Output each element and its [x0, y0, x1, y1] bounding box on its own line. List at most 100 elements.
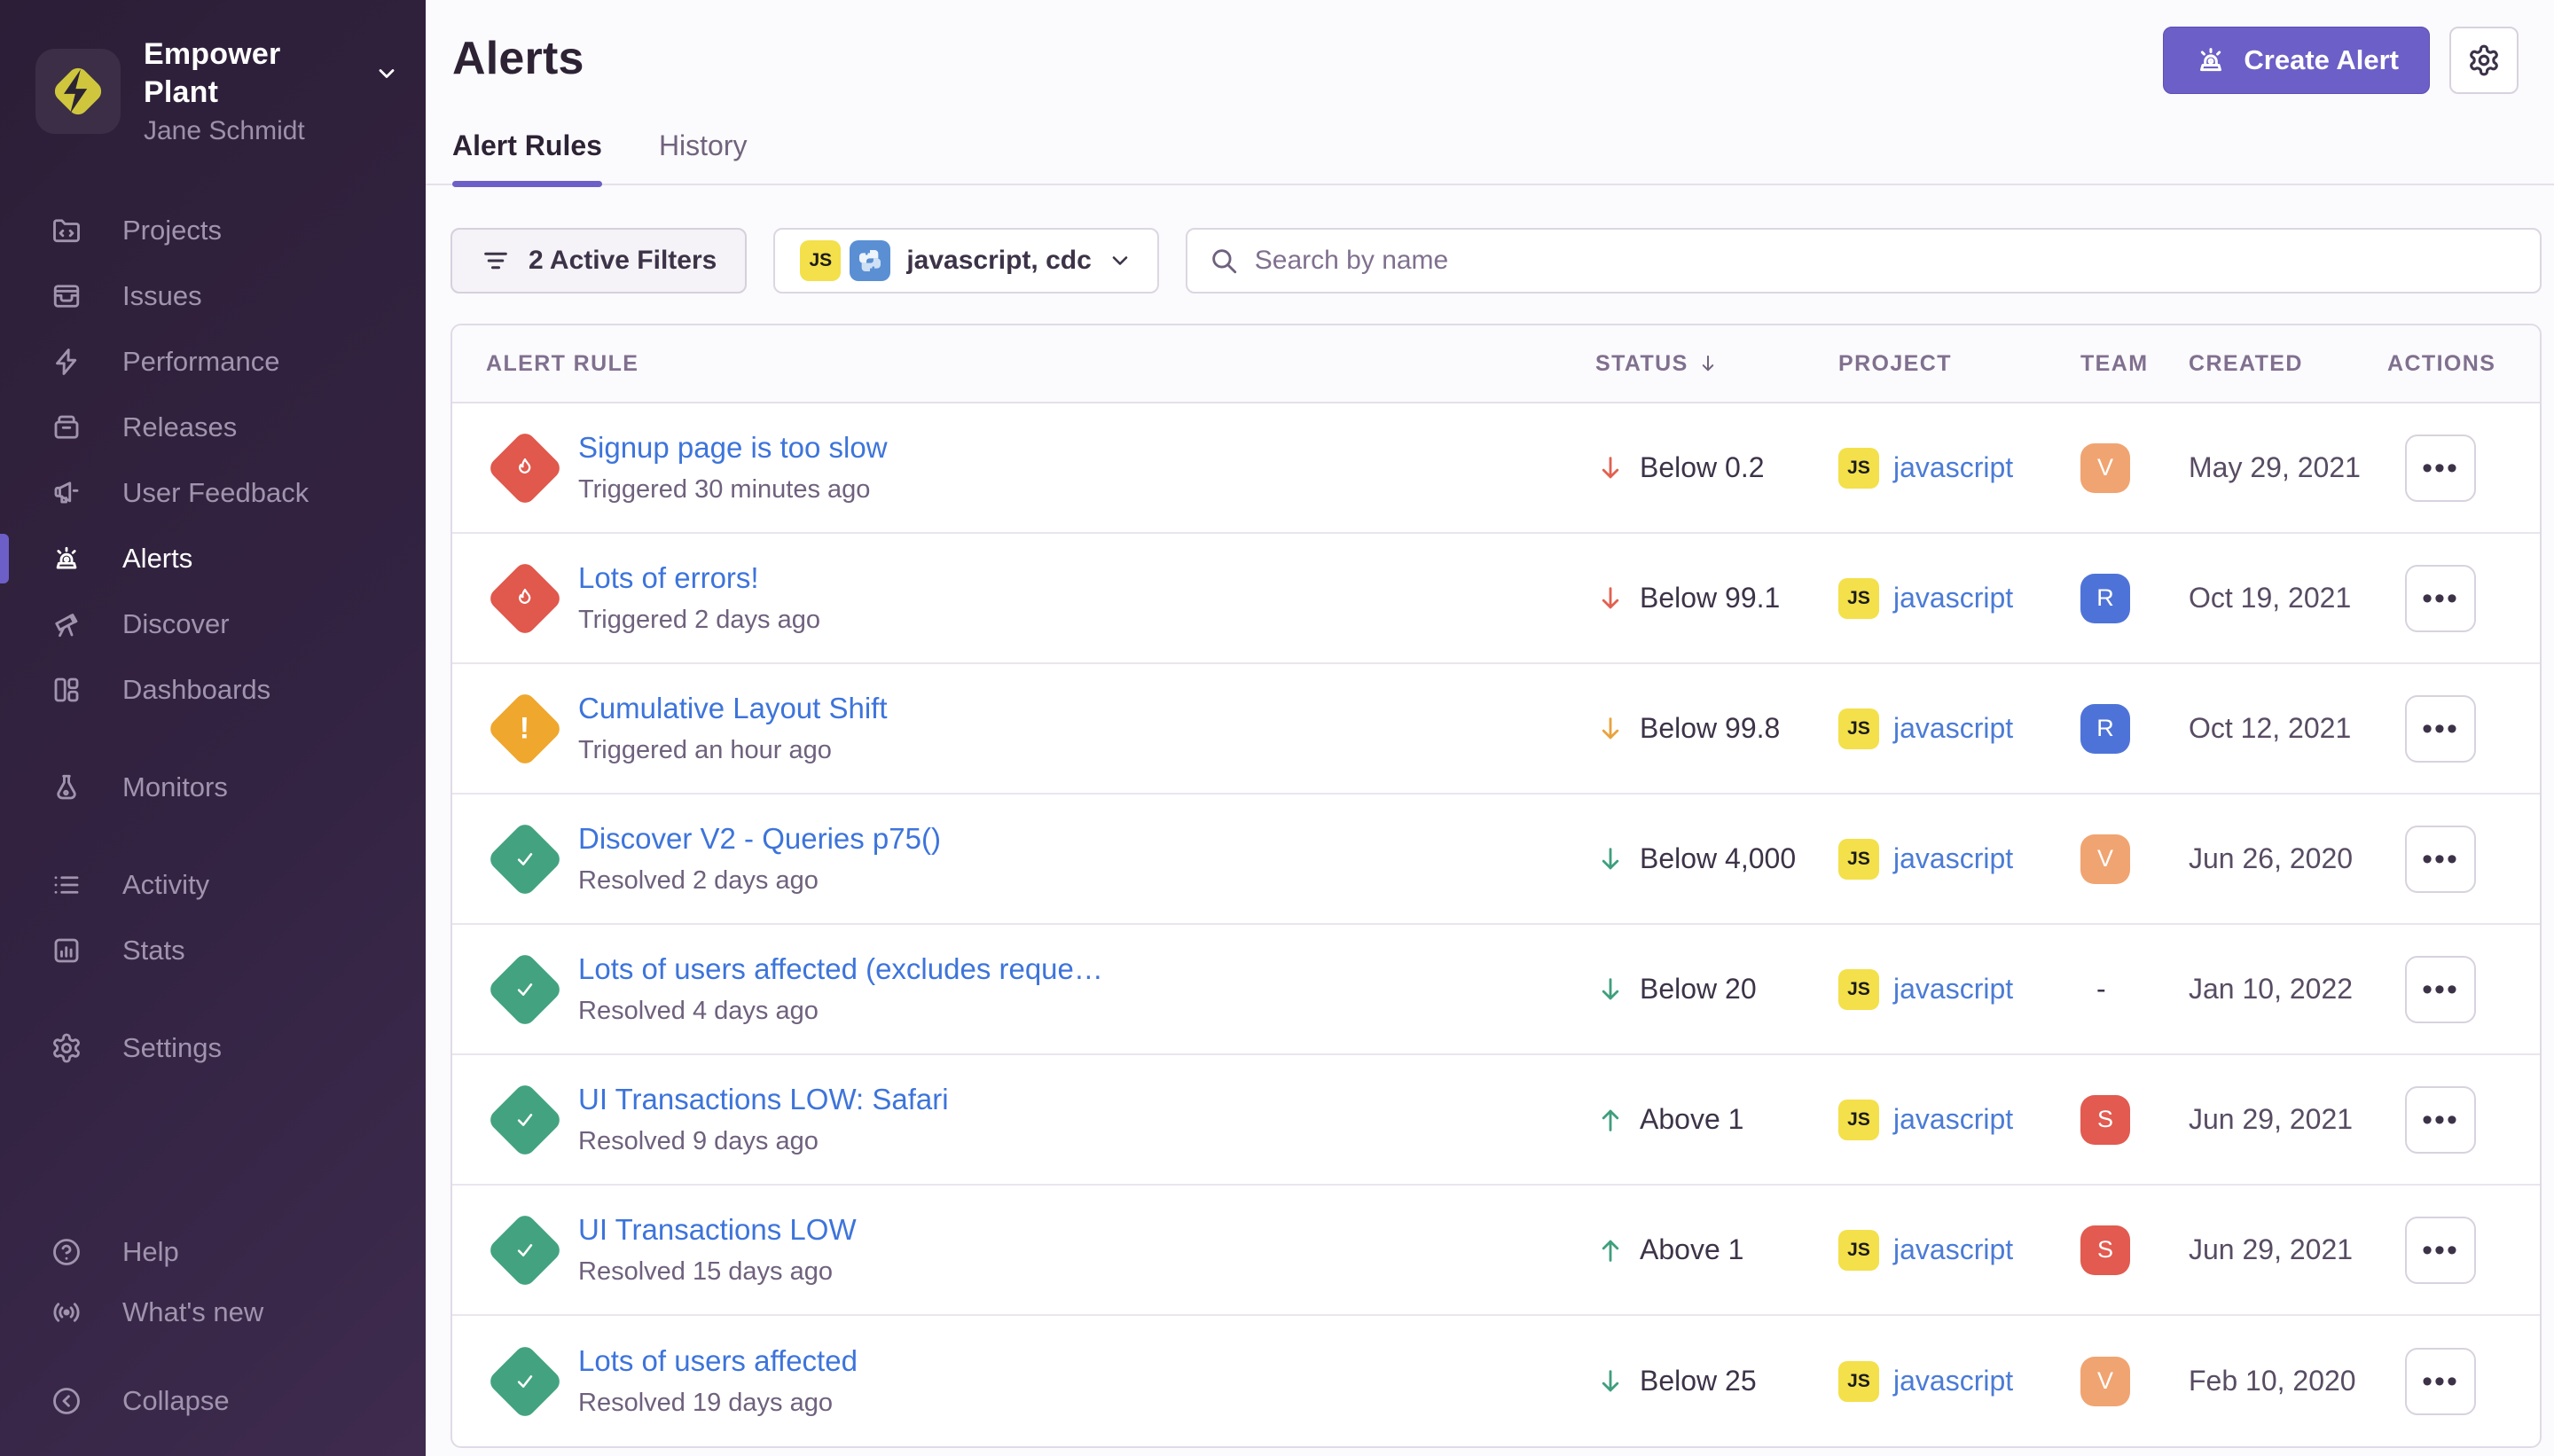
- arrow-down-icon: [1595, 583, 1626, 614]
- row-actions-button[interactable]: •••: [2405, 434, 2476, 502]
- project-link[interactable]: javascript: [1893, 1103, 2013, 1136]
- column-status-label: STATUS: [1595, 351, 1688, 377]
- dashboards-icon: [50, 674, 83, 706]
- stats-icon: [50, 935, 83, 967]
- arrow-down-icon: [1595, 844, 1626, 874]
- sidebar-nav: Projects Issues Performance Releases Use…: [0, 198, 426, 1081]
- alert-settings-button[interactable]: [2449, 27, 2519, 94]
- column-status[interactable]: STATUS: [1595, 351, 1838, 377]
- javascript-project-icon: JS: [1838, 1230, 1879, 1271]
- row-actions-button[interactable]: •••: [2405, 956, 2476, 1023]
- created-date: Oct 19, 2021: [2189, 582, 2387, 614]
- sidebar-collapse-button[interactable]: Collapse: [0, 1371, 426, 1431]
- critical-alert-icon: [486, 429, 564, 507]
- project-filter-dropdown[interactable]: JS javascript, cdc: [773, 228, 1158, 294]
- tab-history[interactable]: History: [659, 129, 748, 184]
- column-project: PROJECT: [1838, 351, 2080, 377]
- sidebar-item-issues[interactable]: Issues: [0, 263, 426, 329]
- project-link[interactable]: javascript: [1893, 582, 2013, 614]
- active-item-indicator: [0, 534, 9, 583]
- collapse-icon: [50, 1385, 83, 1417]
- sidebar-item-label: What's new: [122, 1296, 263, 1328]
- sidebar-item-help[interactable]: Help: [0, 1222, 426, 1282]
- create-alert-button[interactable]: Create Alert: [2163, 27, 2430, 94]
- alert-rule-link[interactable]: Lots of users affected (excludes reque…: [578, 950, 1103, 990]
- issues-icon: [50, 280, 83, 312]
- resolved-check-icon: [486, 1342, 564, 1421]
- search-icon: [1209, 246, 1239, 276]
- team-avatar: S: [2080, 1095, 2130, 1145]
- sidebar-item-label: Activity: [122, 869, 209, 901]
- status-value: Below 99.8: [1640, 712, 1780, 745]
- sidebar-item-monitors[interactable]: Monitors: [0, 755, 426, 820]
- team-avatar: V: [2080, 443, 2130, 493]
- alert-rule-link[interactable]: UI Transactions LOW: [578, 1210, 857, 1250]
- sidebar-item-stats[interactable]: Stats: [0, 918, 426, 983]
- sidebar-item-projects[interactable]: Projects: [0, 198, 426, 263]
- active-filters-label: 2 Active Filters: [529, 246, 717, 276]
- team-avatar: V: [2080, 1357, 2130, 1406]
- project-link[interactable]: javascript: [1893, 842, 2013, 875]
- project-link[interactable]: javascript: [1893, 1365, 2013, 1397]
- sidebar-item-releases[interactable]: Releases: [0, 395, 426, 460]
- sidebar-item-discover[interactable]: Discover: [0, 591, 426, 657]
- project-link[interactable]: javascript: [1893, 451, 2013, 484]
- tab-alert-rules[interactable]: Alert Rules: [452, 129, 602, 184]
- row-actions-button[interactable]: •••: [2405, 1348, 2476, 1415]
- alert-rule-link[interactable]: Discover V2 - Queries p75(): [578, 819, 941, 859]
- alert-rule-subtitle: Resolved 9 days ago: [578, 1124, 949, 1159]
- sidebar-item-label: Releases: [122, 411, 237, 443]
- alert-rule-link[interactable]: Cumulative Layout Shift: [578, 689, 888, 729]
- created-date: May 29, 2021: [2189, 451, 2387, 484]
- sidebar-item-dashboards[interactable]: Dashboards: [0, 657, 426, 723]
- project-link[interactable]: javascript: [1893, 973, 2013, 1006]
- gear-icon: [2467, 43, 2501, 77]
- created-date: Jun 29, 2021: [2189, 1103, 2387, 1136]
- search-input[interactable]: [1255, 246, 2519, 276]
- javascript-project-icon: JS: [1838, 448, 1879, 489]
- javascript-project-icon: JS: [1838, 839, 1879, 880]
- page-header: Alerts Create Alert: [426, 0, 2554, 85]
- alert-rule-link[interactable]: Lots of users affected: [578, 1342, 858, 1382]
- project-link[interactable]: javascript: [1893, 1233, 2013, 1266]
- sidebar-item-performance[interactable]: Performance: [0, 329, 426, 395]
- active-filters-button[interactable]: 2 Active Filters: [450, 228, 747, 294]
- projects-icon: [50, 215, 83, 247]
- javascript-project-icon: JS: [1838, 708, 1879, 749]
- table-row: Signup page is too slow Triggered 30 min…: [452, 403, 2540, 534]
- user-name: Jane Schmidt: [144, 114, 399, 148]
- sidebar-item-label: Dashboards: [122, 674, 270, 706]
- alert-rule-subtitle: Triggered 2 days ago: [578, 603, 820, 638]
- row-actions-button[interactable]: •••: [2405, 565, 2476, 632]
- row-actions-button[interactable]: •••: [2405, 826, 2476, 893]
- user-feedback-icon: [50, 477, 83, 509]
- sidebar-item-alerts[interactable]: Alerts: [0, 526, 426, 591]
- alert-rule-link[interactable]: Lots of errors!: [578, 559, 820, 599]
- alert-rule-subtitle: Resolved 19 days ago: [578, 1386, 858, 1421]
- sidebar-item-settings[interactable]: Settings: [0, 1015, 426, 1081]
- column-alert-rule: ALERT RULE: [452, 351, 1595, 377]
- search-field: [1186, 228, 2542, 294]
- sort-descending-icon: [1696, 351, 1720, 376]
- sidebar-item-user-feedback[interactable]: User Feedback: [0, 460, 426, 526]
- project-link[interactable]: javascript: [1893, 712, 2013, 745]
- alert-rule-link[interactable]: UI Transactions LOW: Safari: [578, 1080, 949, 1120]
- javascript-project-icon: JS: [1838, 578, 1879, 619]
- sidebar-item-label: Projects: [122, 215, 222, 247]
- row-actions-button[interactable]: •••: [2405, 1217, 2476, 1284]
- team-avatar: R: [2080, 574, 2130, 623]
- filter-bar: 2 Active Filters JS javascript, cdc: [450, 228, 2542, 294]
- row-actions-button[interactable]: •••: [2405, 695, 2476, 763]
- sidebar-bottom: Help What's new Collapse: [0, 1222, 426, 1431]
- team-avatar: S: [2080, 1225, 2130, 1275]
- row-actions-button[interactable]: •••: [2405, 1086, 2476, 1154]
- sidebar-item-activity[interactable]: Activity: [0, 852, 426, 918]
- alert-rule-subtitle: Resolved 15 days ago: [578, 1255, 857, 1289]
- discover-icon: [50, 608, 83, 640]
- sidebar-item-whats-new[interactable]: What's new: [0, 1282, 426, 1342]
- team-avatar: V: [2080, 834, 2130, 884]
- arrow-up-icon: [1595, 1105, 1626, 1135]
- alert-rule-link[interactable]: Signup page is too slow: [578, 428, 888, 468]
- org-switcher[interactable]: Empower Plant Jane Schmidt: [0, 0, 426, 148]
- content-area: 2 Active Filters JS javascript, cdc: [426, 185, 2554, 1448]
